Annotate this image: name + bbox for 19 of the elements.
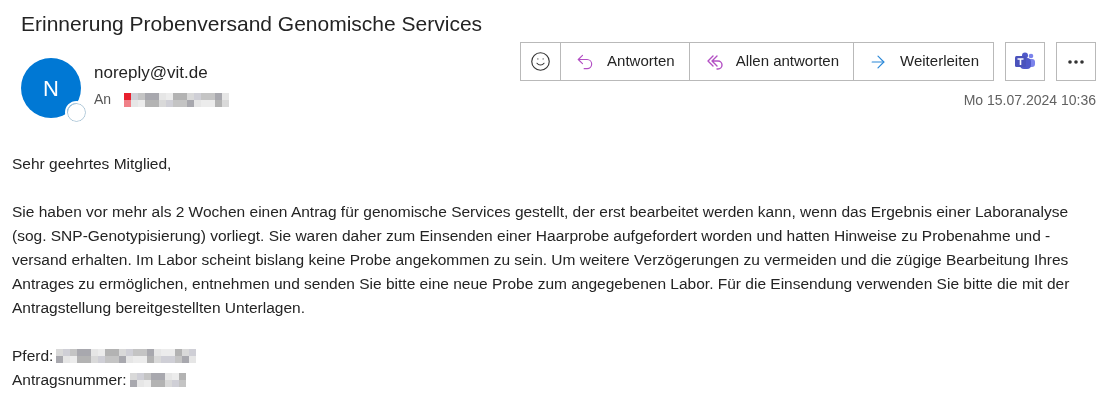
teams-button[interactable] bbox=[1005, 42, 1045, 81]
recipient-label: An bbox=[94, 90, 112, 109]
sender-address: noreply@vit.de bbox=[94, 62, 209, 84]
reply-all-button[interactable]: Allen antworten bbox=[688, 43, 854, 80]
sender-avatar: N bbox=[21, 58, 81, 118]
field-label: Pferd: bbox=[12, 346, 54, 366]
smiley-icon bbox=[530, 51, 552, 72]
redacted-value-drawing bbox=[129, 373, 186, 387]
greeting-text: Sehr geehrtes Mitglied, bbox=[12, 154, 173, 174]
email-subject: Erinnerung Probenversand Genomische Services bbox=[21, 11, 483, 37]
forward-button[interactable]: Weiterleiten bbox=[853, 43, 993, 80]
more-button[interactable] bbox=[1056, 42, 1096, 81]
body-paragraph: Sie haben vor mehr als 2 Wochen einen Antrag für genomische Services gestellt, der erst bearbeitet werden kann, wenn das Ergebnis einer Laboranalyse (sog. SNP-Genotypisierung) vorliegt. Sie waren daher zum Einsenden einer Haarprobe aufgefordert worden und hatten Hinweise zu Probenahme und -versand erhalten. Im Labor scheint bislang keine Probe angekommen zu sein. Um weitere Verzögerungen zu vermeiden und die zügige Bearbeitung Ihres Antrages zu ermöglichen, entnehmen und senden Sie bitte eine neue Probe zum angegebenen Labor. Für die Einsendung verwenden Sie bitte die mit der Antragstellung bereitgestellten Unterlagen. bbox=[12, 202, 1071, 318]
presence-status-icon bbox=[67, 103, 86, 122]
field-label: Antragsnummer: bbox=[12, 370, 127, 390]
timestamp: Mo 15.07.2024 10:36 bbox=[963, 91, 1096, 110]
more-icon bbox=[1068, 59, 1084, 64]
teams-icon bbox=[1014, 51, 1036, 72]
reply-button[interactable]: Antworten bbox=[560, 43, 689, 80]
